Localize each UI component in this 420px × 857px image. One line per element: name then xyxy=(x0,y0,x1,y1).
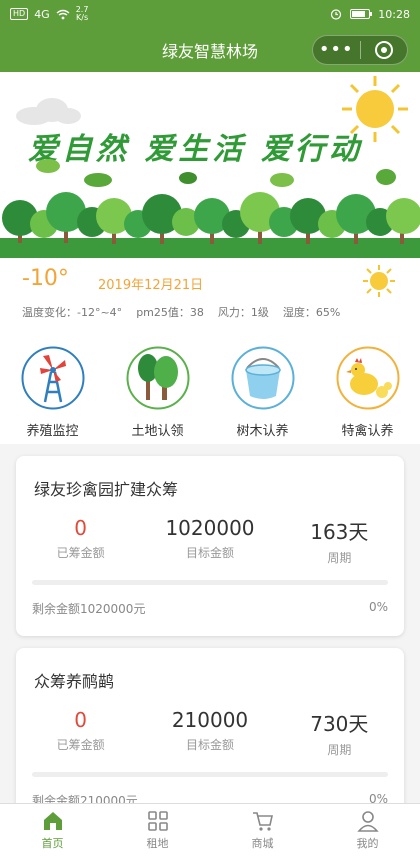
project-stats: 0 已筹金额 1020000 目标金额 163天 周期 xyxy=(16,516,404,566)
category-label: 特禽认养 xyxy=(341,424,394,439)
chicken-icon xyxy=(336,346,400,410)
target-icon xyxy=(374,41,393,59)
battery-icon xyxy=(350,9,373,19)
category-menu: 养殖监控 土地认领 树木认养 特禽认养 xyxy=(0,332,420,444)
banner: 爱自然 爱生活 爱行动 xyxy=(0,72,420,258)
weather-panel: -10° 2019年12月21日 温度变化：-12°~4° pm25值：38 风… xyxy=(0,258,420,332)
clock: 10:28 xyxy=(378,7,410,21)
project-stats: 0 已筹金额 210000 目标金额 730天 周期 xyxy=(16,708,404,758)
category-land-claim[interactable]: 土地认领 xyxy=(105,332,210,444)
raised-stat: 0 已筹金额 xyxy=(16,516,145,566)
weather-date: 2019年12月21日 xyxy=(98,278,204,293)
page-title: 绿友智慧林场 xyxy=(161,42,258,61)
network-speed: 2.7 K/s xyxy=(75,5,89,22)
raised-label: 已筹金额 xyxy=(56,738,105,752)
crowdfund-card[interactable]: 众筹养鸸鹋 0 已筹金额 210000 目标金额 730天 周期 剩余金额210… xyxy=(16,648,404,823)
miniprogram-capsule: ••• xyxy=(312,35,408,65)
pm25: pm25值：38 xyxy=(136,306,204,319)
app-page: HD 4G 2.7 K/s 10:28 绿友智慧林场 ••• 爱自然 爱生活 爱… xyxy=(0,0,420,857)
tab-home[interactable]: 首页 xyxy=(0,804,105,857)
period-stat: 730天 周期 xyxy=(275,708,404,758)
temperature: -10° xyxy=(22,266,69,291)
status-bar: HD 4G 2.7 K/s 10:28 xyxy=(0,0,420,28)
sunny-icon xyxy=(363,265,395,297)
period-stat: 163天 周期 xyxy=(275,516,404,566)
wifi-icon xyxy=(56,9,70,19)
weather-details: 温度变化：-12°~4° pm25值：38 风力：1级 湿度：65% xyxy=(22,304,340,320)
person-icon xyxy=(356,811,379,832)
crowdfund-card[interactable]: 绿友珍禽园扩建众筹 0 已筹金额 1020000 目标金额 163天 周期 剩余… xyxy=(16,456,404,636)
cart-icon xyxy=(252,812,273,831)
alarm-icon xyxy=(331,9,342,20)
raised-amount: 0 xyxy=(74,516,88,540)
tab-mine[interactable]: 我的 xyxy=(315,804,420,857)
forest-illustration xyxy=(0,192,420,258)
wind: 风力：1级 xyxy=(217,306,269,319)
more-icon[interactable]: ••• xyxy=(313,35,360,65)
target-stat: 210000 目标金额 xyxy=(145,708,274,758)
target-label: 目标金额 xyxy=(185,546,234,560)
progress-percent: 0% xyxy=(368,600,388,614)
cloud-icon xyxy=(16,98,81,125)
target-amount: 1020000 xyxy=(165,516,255,540)
category-label: 土地认领 xyxy=(131,424,184,439)
temp-range: 温度变化：-12°~4° xyxy=(22,306,123,319)
target-stat: 1020000 目标金额 xyxy=(145,516,274,566)
signal-indicator: 4G xyxy=(34,7,50,21)
raised-label: 已筹金额 xyxy=(56,546,105,560)
period-label: 周期 xyxy=(327,551,352,565)
target-amount: 210000 xyxy=(171,708,249,732)
tab-mall[interactable]: 商城 xyxy=(210,804,315,857)
project-title: 众筹养鸸鹋 xyxy=(34,672,115,691)
category-breeding-monitor[interactable]: 养殖监控 xyxy=(0,332,105,444)
tab-label: 商城 xyxy=(251,837,274,850)
raised-stat: 0 已筹金额 xyxy=(16,708,145,758)
progress-bar xyxy=(32,772,388,777)
nav-bar: 绿友智慧林场 ••• xyxy=(0,28,420,72)
category-label: 养殖监控 xyxy=(26,424,79,439)
network-badge: HD xyxy=(10,8,29,20)
progress-bar xyxy=(32,580,388,585)
category-label: 树木认养 xyxy=(236,424,289,439)
tab-label: 首页 xyxy=(41,837,64,850)
raised-amount: 0 xyxy=(74,708,88,732)
windmill-tower-icon xyxy=(21,346,85,410)
trees-icon xyxy=(126,346,190,410)
period-value: 730天 xyxy=(310,712,369,736)
tab-bar: 首页 租地 商城 我的 xyxy=(0,803,420,857)
bucket-icon xyxy=(231,346,295,410)
period-value: 163天 xyxy=(310,520,369,544)
tab-label: 租地 xyxy=(146,837,169,850)
period-label: 周期 xyxy=(327,743,352,757)
close-miniprogram-button[interactable] xyxy=(361,41,408,59)
tab-rent-land[interactable]: 租地 xyxy=(105,804,210,857)
category-poultry-adoption[interactable]: 特禽认养 xyxy=(315,332,420,444)
grid-icon xyxy=(147,811,168,831)
remaining-amount: 剩余金额1020000元 xyxy=(32,602,146,616)
category-tree-adoption[interactable]: 树木认养 xyxy=(210,332,315,444)
project-title: 绿友珍禽园扩建众筹 xyxy=(34,480,179,499)
tab-label: 我的 xyxy=(356,837,379,850)
target-label: 目标金额 xyxy=(185,738,234,752)
humidity: 湿度：65% xyxy=(282,306,341,319)
home-icon xyxy=(43,812,62,830)
